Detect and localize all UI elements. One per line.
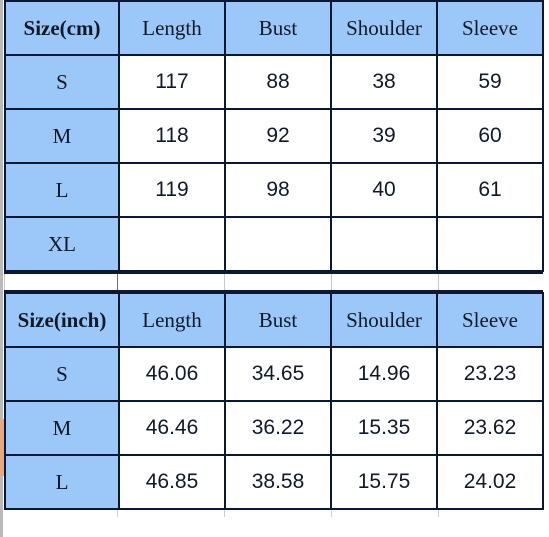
column-header-length-inch: Length xyxy=(118,292,226,348)
table-row: XL xyxy=(4,216,544,272)
cell-cm-s-length: 117 xyxy=(118,54,226,110)
gridline xyxy=(117,274,118,290)
gridline xyxy=(224,274,225,290)
table-row: M 118 92 39 60 xyxy=(4,108,544,164)
cell-inch-l-length: 46.85 xyxy=(118,454,226,510)
column-header-size-inch: Size(inch) xyxy=(4,292,120,348)
gridline xyxy=(331,274,332,290)
column-header-bust-inch: Bust xyxy=(224,292,332,348)
cell-inch-m-bust: 36.22 xyxy=(224,400,332,456)
cell-inch-s-bust: 34.65 xyxy=(224,346,332,402)
cell-cm-s-sleeve: 59 xyxy=(436,54,544,110)
table-row: S 46.06 34.65 14.96 23.23 xyxy=(4,346,544,402)
cell-cm-m-length: 118 xyxy=(118,108,226,164)
cell-inch-l-shoulder: 15.75 xyxy=(330,454,438,510)
column-header-bust-cm: Bust xyxy=(224,0,332,56)
size-chart-sheet: Size(cm) Length Bust Shoulder Sleeve S 1… xyxy=(4,0,545,517)
size-table-cm: Size(cm) Length Bust Shoulder Sleeve S 1… xyxy=(4,0,544,272)
cell-cm-l-sleeve: 61 xyxy=(436,162,544,218)
table-row: S 117 88 38 59 xyxy=(4,54,544,110)
size-table-inch: Size(inch) Length Bust Shoulder Sleeve S… xyxy=(4,292,544,510)
table-row: L 46.85 38.58 15.75 24.02 xyxy=(4,454,544,510)
cell-inch-m-shoulder: 15.35 xyxy=(330,400,438,456)
size-label-inch-l: L xyxy=(4,454,120,510)
cell-inch-m-sleeve: 23.62 xyxy=(436,400,544,456)
table-header-row-inch: Size(inch) Length Bust Shoulder Sleeve xyxy=(4,292,544,348)
column-header-size-cm: Size(cm) xyxy=(4,0,120,56)
gridline xyxy=(331,510,332,517)
gridline xyxy=(224,510,225,517)
gridline xyxy=(438,274,439,290)
gridline xyxy=(4,274,5,290)
cell-cm-l-bust: 98 xyxy=(224,162,332,218)
table-row: L 119 98 40 61 xyxy=(4,162,544,218)
size-label-inch-m: M xyxy=(4,400,120,456)
cell-cm-xl-shoulder xyxy=(330,216,438,272)
cell-inch-m-length: 46.46 xyxy=(118,400,226,456)
cell-inch-l-sleeve: 24.02 xyxy=(436,454,544,510)
cell-cm-xl-length xyxy=(118,216,226,272)
cell-cm-l-shoulder: 40 xyxy=(330,162,438,218)
cell-cm-m-sleeve: 60 xyxy=(436,108,544,164)
gridline xyxy=(117,510,118,517)
cell-cm-m-shoulder: 39 xyxy=(330,108,438,164)
row-marker-inch-m xyxy=(0,419,4,476)
cell-inch-s-sleeve: 23.23 xyxy=(436,346,544,402)
cell-cm-l-length: 119 xyxy=(118,162,226,218)
sheet-footer-gridlines xyxy=(4,510,543,517)
table-row: M 46.46 36.22 15.35 23.62 xyxy=(4,400,544,456)
cell-inch-l-bust: 38.58 xyxy=(224,454,332,510)
size-label-cm-m: M xyxy=(4,108,120,164)
size-label-cm-xl: XL xyxy=(4,216,120,272)
cell-inch-s-length: 46.06 xyxy=(118,346,226,402)
column-header-sleeve-cm: Sleeve xyxy=(436,0,544,56)
table-separator-band xyxy=(4,272,543,292)
cell-cm-xl-bust xyxy=(224,216,332,272)
cell-cm-s-bust: 88 xyxy=(224,54,332,110)
column-header-sleeve-inch: Sleeve xyxy=(436,292,544,348)
cell-cm-xl-sleeve xyxy=(436,216,544,272)
cell-cm-s-shoulder: 38 xyxy=(330,54,438,110)
column-header-shoulder-inch: Shoulder xyxy=(330,292,438,348)
cell-cm-m-bust: 92 xyxy=(224,108,332,164)
size-label-cm-s: S xyxy=(4,54,120,110)
table-header-row-cm: Size(cm) Length Bust Shoulder Sleeve xyxy=(4,0,544,56)
column-header-shoulder-cm: Shoulder xyxy=(330,0,438,56)
size-label-cm-l: L xyxy=(4,162,120,218)
size-label-inch-s: S xyxy=(4,346,120,402)
column-header-length-cm: Length xyxy=(118,0,226,56)
gridline xyxy=(438,510,439,517)
cell-inch-s-shoulder: 14.96 xyxy=(330,346,438,402)
